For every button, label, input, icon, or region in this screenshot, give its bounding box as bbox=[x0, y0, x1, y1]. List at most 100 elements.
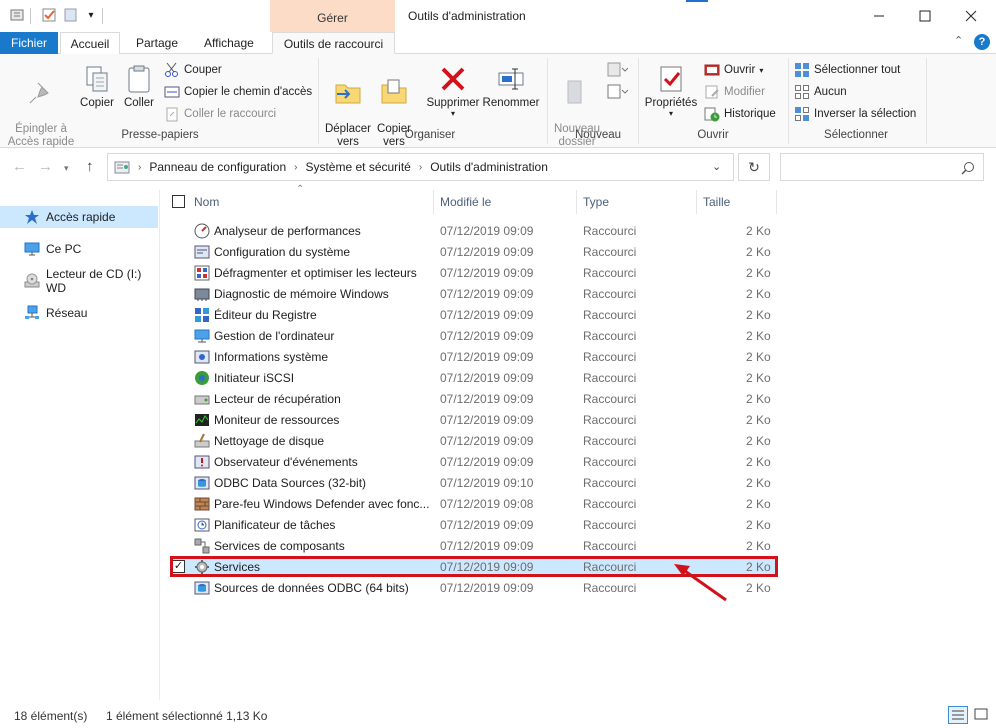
breadcrumb-chevron-icon[interactable]: › bbox=[138, 162, 141, 173]
column-header-type[interactable]: Type bbox=[583, 195, 609, 209]
file-date: 07/12/2019 09:10 bbox=[440, 476, 534, 490]
file-row[interactable]: ODBC Data Sources (32-bit) 07/12/2019 09:… bbox=[170, 472, 776, 493]
column-header-size[interactable]: Taille bbox=[703, 195, 730, 209]
properties-button[interactable]: Propriétés ▾ bbox=[642, 64, 700, 118]
large-icons-view-button[interactable] bbox=[972, 706, 992, 724]
breadcrumb-chevron-icon[interactable]: › bbox=[294, 162, 297, 173]
file-size: 2 Ko bbox=[746, 266, 771, 280]
copy-button[interactable]: Copier bbox=[78, 64, 116, 110]
easy-access-icon[interactable] bbox=[606, 84, 629, 100]
address-bar[interactable]: › Panneau de configuration › Système et … bbox=[107, 153, 734, 181]
select-none-button[interactable]: Aucun bbox=[794, 82, 847, 102]
file-row[interactable]: Défragmenter et optimiser les lecteurs 07… bbox=[170, 262, 776, 283]
file-type: Raccourci bbox=[583, 413, 637, 427]
rename-label: Renommer bbox=[482, 97, 540, 109]
group-label-new: Nouveau bbox=[574, 129, 622, 141]
pin-quick-access-button[interactable]: Épingler à Accès rapide bbox=[6, 64, 76, 149]
resource-monitor-icon bbox=[194, 412, 210, 428]
tab-share[interactable]: Partage bbox=[124, 32, 190, 54]
column-divider[interactable] bbox=[776, 190, 777, 214]
properties-quick-icon[interactable] bbox=[8, 6, 26, 24]
file-row[interactable]: Services de composants 07/12/2019 09:09 Ra… bbox=[170, 535, 776, 556]
history-button[interactable]: Historique bbox=[704, 104, 776, 124]
file-row[interactable]: Configuration du système 07/12/2019 09:09… bbox=[170, 241, 776, 262]
sidebar-item-network[interactable]: Réseau bbox=[0, 302, 158, 324]
maximize-button[interactable] bbox=[902, 0, 948, 32]
breadcrumb-admin-tools[interactable]: Outils d'administration bbox=[430, 160, 548, 174]
breadcrumb-system-security[interactable]: Système et sécurité bbox=[305, 160, 410, 174]
file-row[interactable]: Moniteur de ressources 07/12/2019 09:09 Ra… bbox=[170, 409, 776, 430]
memory-diagnostic-icon bbox=[194, 286, 210, 302]
column-divider[interactable] bbox=[576, 190, 577, 214]
context-tab-manage[interactable]: Gérer bbox=[270, 0, 395, 32]
file-date: 07/12/2019 09:09 bbox=[440, 392, 534, 406]
annotation-arrow-icon bbox=[674, 564, 727, 602]
delete-button[interactable]: Supprimer ▾ bbox=[422, 64, 484, 118]
invert-selection-button[interactable]: Inverser la sélection bbox=[794, 104, 916, 124]
up-arrow-icon[interactable]: ↑ bbox=[86, 158, 94, 175]
odbc-32-icon bbox=[194, 475, 210, 491]
select-all-checkbox[interactable] bbox=[172, 195, 185, 208]
minimize-ribbon-chevron-icon[interactable]: ⌃ bbox=[954, 34, 963, 47]
sidebar-item-cd-drive[interactable]: Lecteur de CD (I:) WD bbox=[0, 267, 158, 295]
column-header-modified[interactable]: Modifié le bbox=[440, 195, 491, 209]
file-row[interactable]: Observateur d'événements 07/12/2019 09:09… bbox=[170, 451, 776, 472]
move-to-button[interactable]: Déplacer vers bbox=[322, 64, 374, 149]
rename-button[interactable]: Renommer bbox=[482, 64, 540, 110]
file-name: Sources de données ODBC (64 bits) bbox=[214, 581, 409, 595]
tab-view[interactable]: Affichage bbox=[192, 32, 266, 54]
breadcrumb-chevron-icon[interactable]: › bbox=[419, 162, 422, 173]
file-size: 2 Ko bbox=[746, 224, 771, 238]
file-row[interactable]: Informations système 07/12/2019 09:09 Racc… bbox=[170, 346, 776, 367]
cut-button[interactable]: Couper bbox=[164, 60, 222, 80]
paste-shortcut-button[interactable]: Coller le raccourci bbox=[164, 104, 276, 124]
file-row[interactable]: Pare-feu Windows Defender avec fonc... 07… bbox=[170, 493, 776, 514]
file-row[interactable]: Initiateur iSCSI 07/12/2019 09:09 Raccourc… bbox=[170, 367, 776, 388]
sidebar-item-this-pc[interactable]: Ce PC bbox=[0, 238, 158, 260]
edit-button[interactable]: Modifier bbox=[704, 82, 765, 102]
tab-file[interactable]: Fichier bbox=[0, 32, 58, 54]
file-size: 2 Ko bbox=[746, 455, 771, 469]
sidebar-item-quick-access[interactable]: Accès rapide bbox=[0, 206, 158, 228]
control-panel-icon bbox=[114, 159, 130, 175]
file-row[interactable]: Lecteur de récupération 07/12/2019 09:09 R… bbox=[170, 388, 776, 409]
file-row[interactable]: Nettoyage de disque 07/12/2019 09:09 Racco… bbox=[170, 430, 776, 451]
file-row[interactable]: Gestion de l'ordinateur 07/12/2019 09:09 R… bbox=[170, 325, 776, 346]
paste-shortcut-icon bbox=[164, 106, 180, 122]
search-input[interactable] bbox=[780, 153, 984, 181]
group-divider bbox=[638, 58, 639, 144]
file-name: Pare-feu Windows Defender avec fonc... bbox=[214, 497, 430, 511]
properties-label: Propriétés bbox=[644, 97, 698, 109]
help-icon[interactable]: ? bbox=[974, 34, 990, 50]
file-row[interactable]: Diagnostic de mémoire Windows 07/12/2019 … bbox=[170, 283, 776, 304]
minimize-button[interactable] bbox=[856, 0, 902, 32]
column-divider[interactable] bbox=[696, 190, 697, 214]
breadcrumb-control-panel[interactable]: Panneau de configuration bbox=[149, 160, 286, 174]
details-view-button[interactable] bbox=[948, 706, 968, 724]
column-divider[interactable] bbox=[433, 190, 434, 214]
refresh-button[interactable]: ↻ bbox=[738, 153, 770, 181]
file-row[interactable]: Planificateur de tâches 07/12/2019 09:09 R… bbox=[170, 514, 776, 535]
new-folder-quick-icon[interactable] bbox=[62, 6, 80, 24]
tab-shortcut-tools[interactable]: Outils de raccourci bbox=[272, 32, 395, 54]
new-item-icon[interactable] bbox=[606, 62, 629, 78]
file-type: Raccourci bbox=[583, 371, 637, 385]
file-row[interactable]: Analyseur de performances 07/12/2019 09:0… bbox=[170, 220, 776, 241]
forward-arrow-icon[interactable]: → bbox=[38, 158, 53, 175]
tab-home[interactable]: Accueil bbox=[60, 32, 120, 55]
open-button[interactable]: Ouvrir ▾ bbox=[704, 60, 763, 80]
address-dropdown-chevron-icon[interactable]: ⌄ bbox=[712, 160, 721, 173]
column-header-name[interactable]: Nom bbox=[194, 195, 219, 209]
title-accent bbox=[686, 0, 708, 2]
close-button[interactable] bbox=[948, 0, 994, 32]
file-row[interactable]: Éditeur du Registre 07/12/2019 09:09 Racco… bbox=[170, 304, 776, 325]
recent-locations-chevron-icon[interactable]: ▾ bbox=[64, 163, 69, 174]
back-arrow-icon[interactable]: ← bbox=[12, 158, 27, 175]
check-quick-icon[interactable] bbox=[40, 6, 58, 24]
component-services-icon bbox=[194, 538, 210, 554]
select-all-button[interactable]: Sélectionner tout bbox=[794, 60, 900, 80]
copy-path-button[interactable]: Copier le chemin d'accès bbox=[164, 82, 312, 102]
paste-button[interactable]: Coller bbox=[120, 64, 158, 110]
file-date: 07/12/2019 09:09 bbox=[440, 581, 534, 595]
customize-qa-chevron-icon[interactable]: ▾ bbox=[82, 6, 100, 24]
